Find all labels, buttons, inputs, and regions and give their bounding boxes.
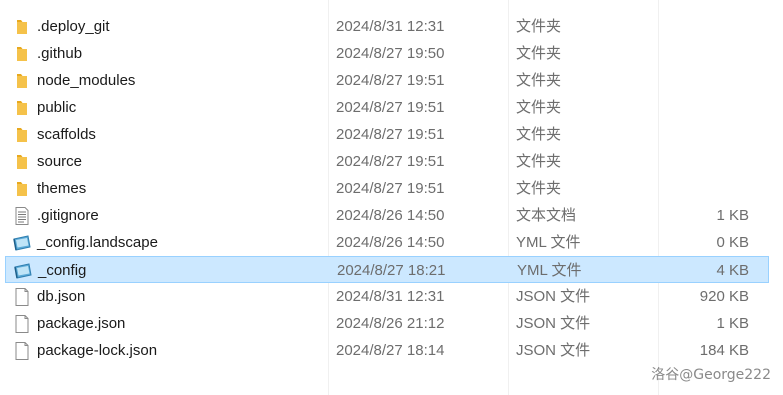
- file-row[interactable]: source 2024/8/27 19:51 文件夹: [0, 148, 783, 175]
- file-row[interactable]: public 2024/8/27 19:51 文件夹: [0, 94, 783, 121]
- file-name: package-lock.json: [37, 342, 158, 359]
- file-name: .gitignore: [37, 207, 99, 224]
- file-size: 0 KB: [716, 234, 749, 251]
- file-type: 文本文档: [516, 207, 577, 224]
- yml-file-icon: [12, 233, 32, 253]
- file-date: 2024/8/31 12:31: [336, 288, 445, 305]
- file-size: 4 KB: [716, 262, 749, 279]
- file-type: JSON 文件: [516, 342, 591, 359]
- folder-icon: [12, 98, 32, 118]
- file-date: 2024/8/26 21:12: [336, 315, 445, 332]
- file-type: YML 文件: [517, 262, 582, 279]
- file-type: 文件夹: [516, 18, 562, 35]
- file-name: .github: [37, 45, 83, 62]
- file-type: 文件夹: [516, 180, 562, 197]
- file-row[interactable]: _config 2024/8/27 18:21 YML 文件 4 KB: [5, 256, 769, 283]
- file-name: .deploy_git: [37, 18, 110, 35]
- folder-icon: [12, 179, 32, 199]
- file-row[interactable]: package-lock.json 2024/8/27 18:14 JSON 文件 1…: [0, 337, 783, 364]
- file-size: 1 KB: [716, 207, 749, 224]
- file-name: db.json: [37, 288, 86, 305]
- file-row[interactable]: scaffolds 2024/8/27 19:51 文件夹: [0, 121, 783, 148]
- file-date: 2024/8/27 19:51: [336, 126, 445, 143]
- file-date: 2024/8/26 14:50: [336, 207, 445, 224]
- file-name: public: [37, 99, 77, 116]
- file-row[interactable]: .gitignore 2024/8/26 14:50 文本文档 1 KB: [0, 202, 783, 229]
- blank-file-icon: [12, 314, 32, 334]
- file-type: 文件夹: [516, 72, 562, 89]
- file-type: YML 文件: [516, 234, 581, 251]
- file-date: 2024/8/31 12:31: [336, 18, 445, 35]
- blank-file-icon: [12, 341, 32, 361]
- watermark: 洛谷@George222: [651, 367, 771, 383]
- file-row[interactable]: db.json 2024/8/31 12:31 JSON 文件 920 KB: [0, 283, 783, 310]
- file-type: 文件夹: [516, 126, 562, 143]
- folder-icon: [12, 17, 32, 37]
- file-size: 184 KB: [699, 342, 749, 359]
- file-name: node_modules: [37, 72, 136, 89]
- file-name: themes: [37, 180, 87, 197]
- file-date: 2024/8/27 19:51: [336, 153, 445, 170]
- file-date: 2024/8/26 14:50: [336, 234, 445, 251]
- file-size: 1 KB: [716, 315, 749, 332]
- file-date: 2024/8/27 18:21: [337, 262, 446, 279]
- file-date: 2024/8/27 18:14: [336, 342, 445, 359]
- yml-file-icon: [13, 261, 33, 281]
- file-date: 2024/8/27 19:51: [336, 72, 445, 89]
- file-size: 920 KB: [699, 288, 749, 305]
- file-name: _config: [38, 262, 87, 279]
- file-type: JSON 文件: [516, 315, 591, 332]
- file-type: 文件夹: [516, 45, 562, 62]
- file-row[interactable]: themes 2024/8/27 19:51 文件夹: [0, 175, 783, 202]
- text-file-icon: [12, 206, 32, 226]
- file-name: source: [37, 153, 83, 170]
- folder-icon: [12, 71, 32, 91]
- file-row[interactable]: node_modules 2024/8/27 19:51 文件夹: [0, 67, 783, 94]
- file-type: 文件夹: [516, 99, 562, 116]
- file-date: 2024/8/27 19:51: [336, 99, 445, 116]
- folder-icon: [12, 152, 32, 172]
- file-type: JSON 文件: [516, 288, 591, 305]
- file-name: package.json: [37, 315, 126, 332]
- folder-icon: [12, 125, 32, 145]
- file-list: .deploy_git 2024/8/31 12:31 文件夹 .github 2024…: [0, 13, 783, 364]
- file-name: _config.landscape: [37, 234, 158, 251]
- file-date: 2024/8/27 19:50: [336, 45, 445, 62]
- file-row[interactable]: .github 2024/8/27 19:50 文件夹: [0, 40, 783, 67]
- file-type: 文件夹: [516, 153, 562, 170]
- blank-file-icon: [12, 287, 32, 307]
- file-row[interactable]: _config.landscape 2024/8/26 14:50 YML 文件 0 …: [0, 229, 783, 256]
- file-row[interactable]: package.json 2024/8/26 21:12 JSON 文件 1 KB: [0, 310, 783, 337]
- file-row[interactable]: .deploy_git 2024/8/31 12:31 文件夹: [0, 13, 783, 40]
- folder-icon: [12, 44, 32, 64]
- file-date: 2024/8/27 19:51: [336, 180, 445, 197]
- file-name: scaffolds: [37, 126, 96, 143]
